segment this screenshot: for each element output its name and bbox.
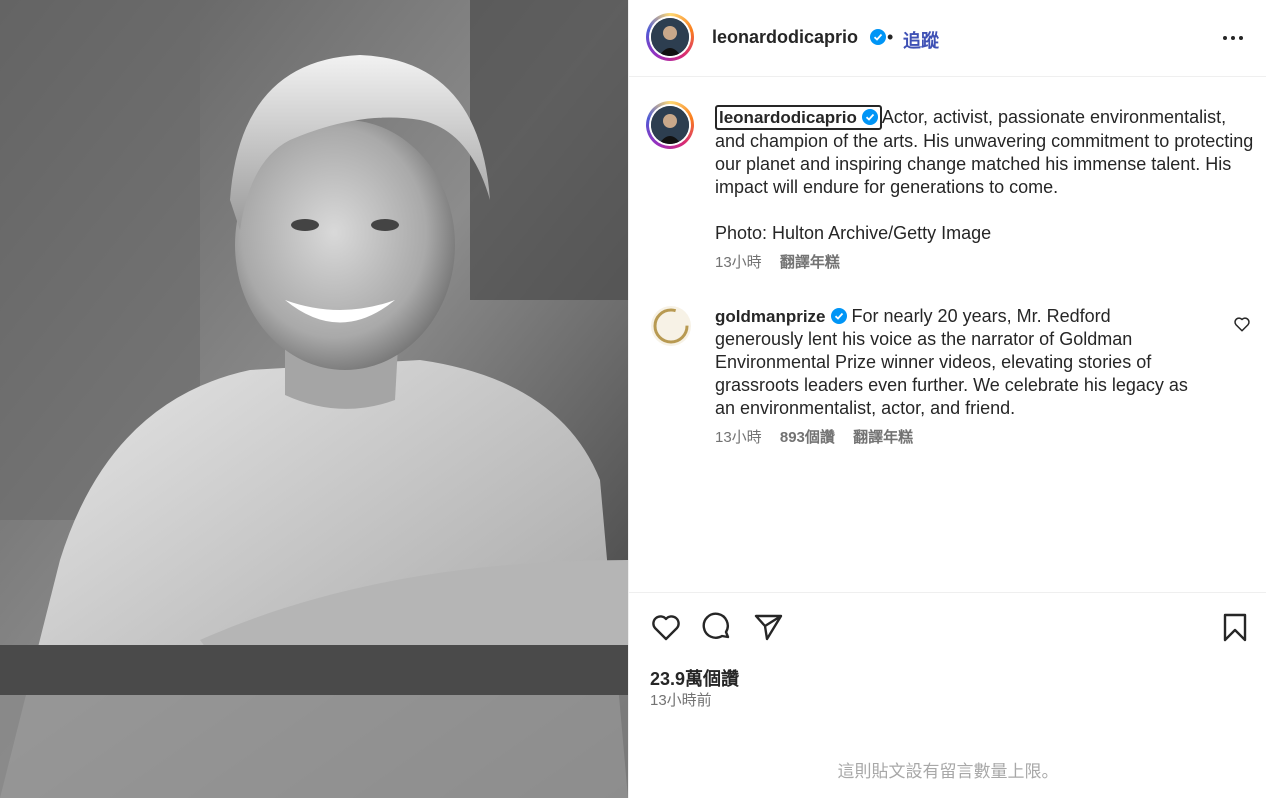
caption-text-block: leonardodicaprio Actor, activist, passion… (715, 105, 1255, 274)
post-actions: 23.9萬個讚 13小時前 這則貼文設有留言數量上限。 (629, 592, 1266, 798)
author-username[interactable]: leonardodicaprio (712, 27, 858, 48)
comment-meta: 13小時 893個讚 翻譯年糕 (715, 426, 1201, 449)
profile-picture-icon (651, 18, 689, 56)
comment-likes[interactable]: 893個讚 (780, 429, 835, 446)
verified-badge-icon (861, 109, 878, 125)
caption-username-link[interactable]: leonardodicaprio (715, 105, 882, 130)
profile-picture-icon (651, 106, 689, 144)
comments-limited-notice: 這則貼文設有留言數量上限。 (837, 762, 1059, 781)
comment-bubble-icon[interactable] (701, 611, 733, 643)
caption-time: 13小時 (715, 254, 762, 271)
post-detail-panel: leonardodicaprio • 追蹤 leonardodicaprio A… (628, 0, 1266, 798)
avatar[interactable] (646, 13, 694, 61)
verified-badge-icon (870, 29, 886, 45)
verified-badge-icon (830, 308, 847, 324)
comments-section: leonardodicaprio Actor, activist, passion… (629, 77, 1266, 592)
portrait-photo (0, 0, 628, 798)
comment-like-heart-icon[interactable] (1233, 315, 1251, 333)
translate-button[interactable]: 翻譯年糕 (853, 429, 913, 446)
post-photo (0, 0, 628, 798)
comment-username[interactable]: goldmanprize (715, 307, 826, 326)
likes-count[interactable]: 23.9萬個讚 (650, 665, 739, 691)
follow-button[interactable]: 追蹤 (903, 27, 939, 53)
photo-credit: Photo: Hulton Archive/Getty Image (715, 223, 992, 243)
separator-dot: • (887, 27, 894, 47)
caption-avatar[interactable] (646, 101, 694, 149)
post-header: leonardodicaprio • 追蹤 (629, 0, 1266, 77)
goldmanprize-avatar[interactable] (650, 305, 692, 347)
comment-text-block: goldmanprize For nearly 20 years, Mr. Re… (715, 305, 1201, 449)
bookmark-icon[interactable] (1219, 611, 1251, 643)
caption-meta: 13小時 翻譯年糕 (715, 251, 1255, 274)
more-options-icon[interactable] (1221, 26, 1245, 50)
paper-plane-icon[interactable] (752, 611, 784, 643)
translate-button[interactable]: 翻譯年糕 (780, 254, 840, 271)
comment-time: 13小時 (715, 429, 762, 446)
heart-icon[interactable] (650, 611, 682, 643)
posted-time: 13小時前 (650, 692, 712, 709)
